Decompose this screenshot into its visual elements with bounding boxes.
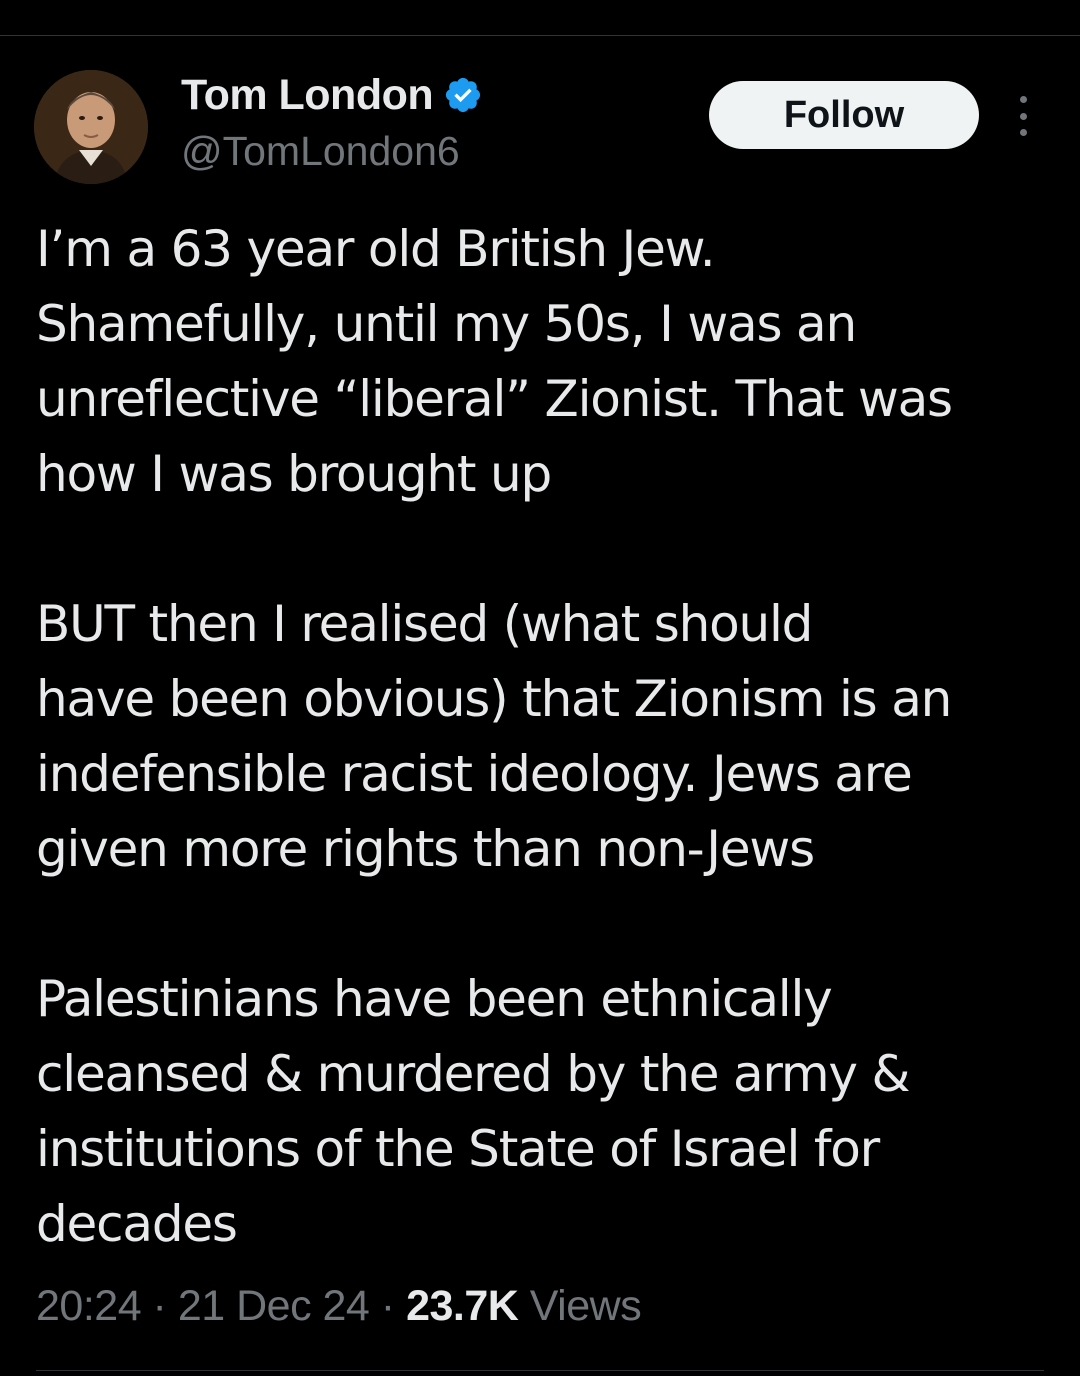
more-dot: [1019, 112, 1027, 120]
tweet-line: BUT then I realised (what should: [36, 595, 813, 653]
avatar-portrait: [34, 70, 148, 184]
verified-badge-icon[interactable]: [443, 75, 483, 115]
display-name-row: Tom London: [181, 70, 483, 120]
views-count[interactable]: 23.7K: [406, 1282, 519, 1330]
tweet-line: unreflective “liberal” Zionist. That was: [36, 370, 953, 428]
meta-separator: ·: [141, 1282, 178, 1330]
meta-separator: ·: [369, 1282, 407, 1330]
follow-button[interactable]: Follow: [709, 81, 979, 149]
more-dot: [1019, 96, 1027, 103]
display-name[interactable]: Tom London: [181, 71, 434, 120]
tweet-line: I’m a 63 year old British Jew.: [36, 220, 716, 278]
tweet-header: Tom London @TomLondon6 Follow: [34, 70, 1046, 186]
more-options-icon[interactable]: [1009, 96, 1037, 136]
tweet-line: indefensible racist ideology. Jews are: [36, 745, 913, 803]
tweet-line: decades: [36, 1195, 238, 1253]
tweet-date[interactable]: 21 Dec 24: [178, 1282, 370, 1330]
tweet-line: institutions of the State of Israel for: [36, 1120, 880, 1178]
author-names: Tom London @TomLondon6: [181, 70, 483, 175]
bottom-divider: [36, 1370, 1044, 1371]
tweet-line: given more rights than non-Jews: [36, 820, 815, 878]
views-label: Views: [518, 1282, 642, 1330]
top-divider: [0, 35, 1080, 36]
tweet-text: I’m a 63 year old British Jew. Shamefull…: [36, 212, 1056, 1262]
tweet-line: how I was brought up: [36, 445, 552, 503]
paragraph-break: [36, 887, 1056, 962]
more-dot: [1019, 129, 1027, 136]
author-handle[interactable]: @TomLondon6: [181, 128, 483, 175]
tweet-line: have been obvious) that Zionism is an: [36, 670, 952, 728]
tweet-meta: 20:24 · 21 Dec 24 · 23.7K Views: [36, 1282, 642, 1331]
tweet-time[interactable]: 20:24: [36, 1282, 142, 1330]
avatar[interactable]: [34, 70, 148, 184]
tweet-line: Palestinians have been ethnically: [36, 970, 833, 1028]
tweet-line: cleansed & murdered by the army &: [36, 1045, 910, 1103]
paragraph-break: [36, 512, 1056, 587]
tweet-line: Shamefully, until my 50s, I was an: [36, 295, 857, 353]
